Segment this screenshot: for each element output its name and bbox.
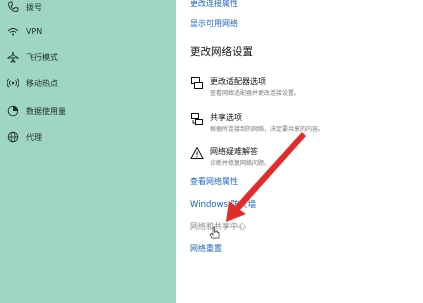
sidebar-item-airplane-mode[interactable]: 飞行模式 (0, 46, 176, 68)
change-connection-properties-link[interactable]: 更改连接属性 (190, 0, 238, 9)
adapter-icon (190, 76, 204, 90)
phone-icon (7, 1, 19, 13)
main-panel: 更改连接属性 显示可用网络 更改网络设置 更改适配器选项 查看网络适配器并更改连… (176, 0, 423, 303)
network-troubleshooter[interactable]: 网络疑难解答 诊断并修复网络问题。 (188, 144, 418, 180)
option-title: 更改适配器选项 (210, 77, 266, 86)
sidebar-item-label: 移动热点 (26, 78, 58, 88)
vpn-icon (7, 25, 19, 37)
section-title: 更改网络设置 (190, 46, 253, 58)
sharing-icon (190, 112, 204, 126)
data-usage-icon (7, 105, 19, 117)
show-available-networks-link[interactable]: 显示可用网络 (190, 18, 238, 29)
view-network-properties-link[interactable]: 查看网络属性 (190, 176, 238, 187)
airplane-icon (7, 51, 19, 63)
sidebar-item-mobile-hotspot[interactable]: 移动热点 (0, 72, 176, 94)
option-description: 根据所连接到的网络，决定要共享的内容。 (210, 126, 325, 133)
warning-icon (190, 146, 204, 160)
sidebar-item-label: 数据使用量 (26, 106, 66, 116)
hotspot-icon (7, 77, 19, 89)
sidebar-item-label: VPN (26, 26, 43, 36)
sidebar-item-label: 拨号 (26, 2, 42, 12)
sidebar-item-data-usage[interactable]: 数据使用量 (0, 100, 176, 122)
option-description: 查看网络适配器并更改连接设置。 (210, 90, 301, 97)
sidebar-item-dialup[interactable]: 拨号 (0, 0, 176, 18)
globe-icon (7, 131, 19, 143)
sidebar-item-proxy[interactable]: 代理 (0, 126, 176, 148)
sharing-options[interactable]: 共享选项 根据所连接到的网络，决定要共享的内容。 (188, 110, 418, 146)
option-description: 诊断并修复网络问题。 (210, 160, 271, 167)
network-reset-link[interactable]: 网络重置 (190, 243, 222, 254)
hand-cursor-icon (209, 226, 220, 239)
sidebar-item-vpn[interactable]: VPN (0, 20, 176, 42)
windows-firewall-link[interactable]: Windows 防火墙 (190, 198, 256, 210)
sidebar-item-label: 代理 (26, 132, 42, 142)
change-adapter-options[interactable]: 更改适配器选项 查看网络适配器并更改连接设置。 (188, 74, 418, 110)
option-title: 网络疑难解答 (210, 147, 258, 156)
sidebar-item-label: 飞行模式 (26, 52, 58, 62)
sidebar: 拨号 VPN 飞行模式 移动热点 数据使用量 代理 (0, 0, 176, 303)
option-title: 共享选项 (210, 113, 242, 122)
